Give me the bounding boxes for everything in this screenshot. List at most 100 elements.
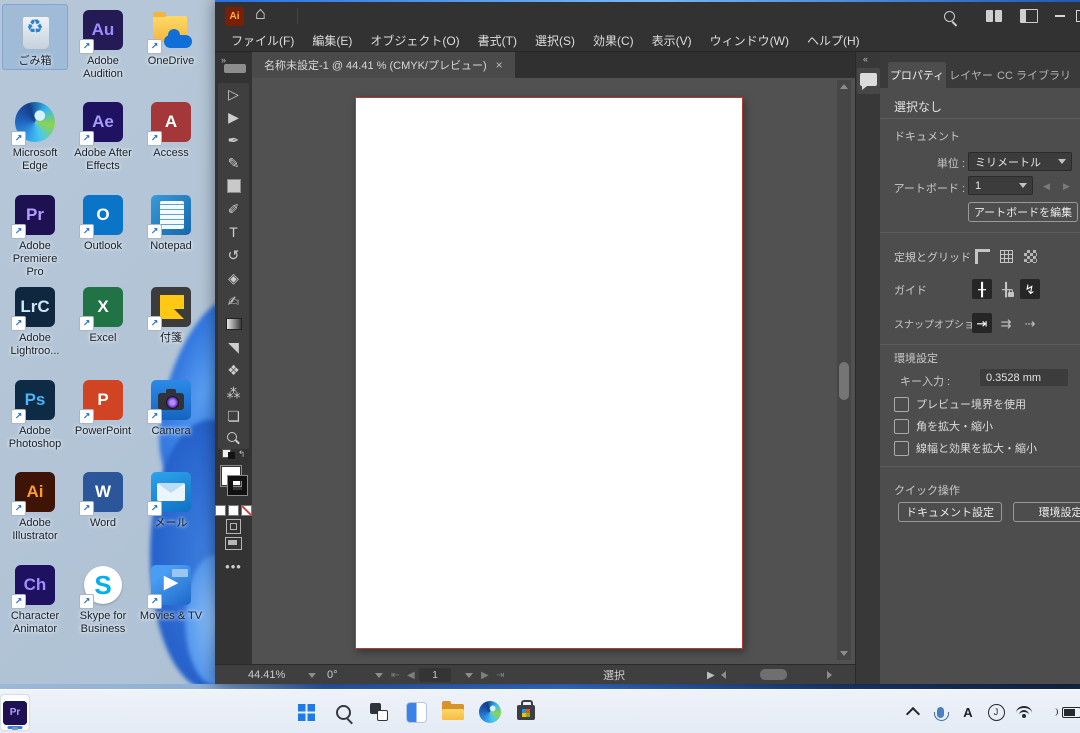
desktop-icon-onedrive[interactable]: OneDrive	[139, 8, 203, 68]
desktop-icon-powerpoint[interactable]: P PowerPoint	[71, 378, 135, 438]
widgets-button[interactable]	[401, 696, 431, 728]
type-tool[interactable]: T	[222, 223, 246, 240]
start-button[interactable]	[291, 696, 321, 728]
microphone-tray-icon[interactable]	[925, 696, 955, 728]
collapse-dock-icon[interactable]: «	[863, 54, 868, 64]
desktop-icon-excel[interactable]: X Excel	[71, 285, 135, 345]
desktop-icon-mail[interactable]: メール	[139, 470, 203, 530]
eraser-tool[interactable]: ◈	[222, 269, 246, 286]
file-explorer-button[interactable]	[438, 696, 468, 728]
horizontal-scroll-thumb[interactable]	[760, 669, 787, 680]
show-grid-button[interactable]	[996, 246, 1016, 266]
paintbrush-tool[interactable]: ✐	[222, 200, 246, 217]
tools-panel-grip[interactable]	[224, 64, 246, 73]
ime-options-button[interactable]: J	[981, 696, 1011, 728]
home-icon[interactable]: ⌂	[255, 3, 266, 24]
desktop-icon-adobe-illustrator[interactable]: Ai Adobe Illustrator	[3, 470, 67, 543]
menu-item[interactable]: 編集(E)	[303, 30, 361, 52]
first-artboard-button[interactable]: ⇤	[391, 665, 399, 684]
snap-to-point-button[interactable]: ⇥	[972, 313, 992, 333]
tab-properties[interactable]: プロパティ	[888, 62, 946, 88]
battery-tray-button[interactable]	[1056, 696, 1080, 728]
canvas[interactable]	[252, 78, 855, 664]
checkbox[interactable]	[894, 397, 909, 412]
comments-button[interactable]	[857, 68, 880, 94]
tab-cc-libraries[interactable]: CC ライブラリ	[996, 62, 1072, 88]
rotation-value[interactable]: 0°	[327, 665, 338, 684]
next-artboard-button[interactable]: ▶	[481, 665, 489, 684]
symbol-sprayer-tool[interactable]: ⁂	[222, 384, 246, 401]
stroke-color-swatch[interactable]	[228, 476, 247, 495]
desktop-icon-microsoft-edge[interactable]: Microsoft Edge	[3, 100, 67, 173]
preference-checkbox-row[interactable]: 線幅と効果を拡大・縮小	[894, 440, 1037, 456]
desktop-icon-adobe-photoshop[interactable]: Ps Adobe Photoshop	[3, 378, 67, 451]
desktop-icon-adobe-premiere-pro[interactable]: Pr Adobe Premiere Pro	[3, 193, 67, 279]
last-artboard-button[interactable]: ⇥	[496, 665, 504, 684]
desktop-icon-skype-for-business[interactable]: S Skype for Business	[71, 563, 135, 636]
selection-tool[interactable]: ▷	[222, 85, 246, 102]
desktop-icon-adobe-after-effects[interactable]: Ae Adobe After Effects	[71, 100, 135, 173]
document-setup-button[interactable]: ドキュメント設定	[898, 502, 1002, 522]
curvature-tool[interactable]: ✎	[222, 154, 246, 171]
edge-button[interactable]	[475, 696, 505, 728]
key-input-field[interactable]: 0.3528 mm	[980, 369, 1068, 386]
rectangle-tool[interactable]	[222, 177, 246, 194]
swap-fill-stroke-button[interactable]: ↰	[215, 449, 252, 460]
menu-item[interactable]: ファイル(F)	[222, 30, 303, 52]
gradient-button[interactable]	[228, 505, 239, 516]
menu-item[interactable]: 選択(S)	[526, 30, 584, 52]
desktop-icon-sticky-notes[interactable]: 付箋	[139, 285, 203, 345]
artboard-dropdown-icon[interactable]	[465, 673, 473, 678]
draw-mode-button[interactable]	[215, 519, 252, 534]
title-bar[interactable]: Ai ⌂	[215, 2, 1080, 30]
artboard-tool[interactable]: ❏	[222, 407, 246, 424]
shaper-tool[interactable]: ✍	[222, 292, 246, 309]
desktop-icon-recycle-bin[interactable]: ♻ ごみ箱	[3, 8, 67, 68]
menu-item[interactable]: 表示(V)	[643, 30, 701, 52]
edit-artboards-button[interactable]: アートボードを編集	[968, 202, 1078, 222]
desktop-icon-camera[interactable]: Camera	[139, 378, 203, 438]
screen-mode-button[interactable]	[215, 537, 252, 550]
artboard-select[interactable]: 1	[968, 176, 1033, 195]
menu-item[interactable]: ヘルプ(H)	[798, 30, 869, 52]
vertical-scrollbar[interactable]	[837, 80, 851, 660]
preferences-button[interactable]: 環境設定	[1013, 502, 1080, 522]
unit-select[interactable]: ミリメートル	[968, 152, 1072, 171]
previous-artboard-icon[interactable]: ◀	[1043, 181, 1050, 192]
vertical-scroll-thumb[interactable]	[839, 362, 849, 400]
menu-item[interactable]: オブジェクト(O)	[361, 30, 468, 52]
document-tab[interactable]: 名称未設定-1 @ 44.41 % (CMYK/プレビュー) ×	[252, 52, 515, 78]
scroll-left-icon[interactable]	[721, 671, 726, 679]
artboard[interactable]	[355, 97, 743, 649]
desktop-icon-adobe-audition[interactable]: Au Adobe Audition	[71, 8, 135, 81]
rotate-tool[interactable]: ↺	[222, 246, 246, 263]
zoom-dropdown-icon[interactable]	[308, 673, 316, 678]
snap-to-grid-button[interactable]: ⇉	[996, 313, 1016, 333]
workspace-switcher-button[interactable]	[1018, 6, 1040, 26]
show-rulers-button[interactable]	[972, 246, 992, 266]
previous-artboard-button[interactable]: ◀	[407, 665, 415, 684]
show-transparency-grid-button[interactable]	[1020, 246, 1040, 266]
desktop-icon-movies-tv[interactable]: ▶ Movies & TV	[139, 563, 203, 623]
eyedropper-tool[interactable]: ◥	[222, 338, 246, 355]
scroll-right-icon[interactable]	[827, 671, 832, 679]
store-button[interactable]	[511, 696, 541, 728]
pen-tool[interactable]: ✒	[222, 131, 246, 148]
preference-checkbox-row[interactable]: 角を拡大・縮小	[894, 418, 1037, 434]
menu-item[interactable]: 書式(T)	[469, 30, 526, 52]
desktop-icon-notepad[interactable]: Notepad	[139, 193, 203, 253]
none-button[interactable]	[241, 505, 252, 516]
smart-guides-button[interactable]: ↯	[1020, 279, 1040, 299]
taskbar-icon-premiere[interactable]: Pr	[0, 694, 30, 731]
direct-selection-tool[interactable]: ▶	[222, 108, 246, 125]
task-view-button[interactable]	[364, 696, 394, 728]
snap-to-pixel-button[interactable]: ⇢	[1020, 313, 1040, 333]
gradient-tool[interactable]	[222, 315, 246, 332]
checkbox[interactable]	[894, 419, 909, 434]
close-tab-icon[interactable]: ×	[496, 58, 503, 72]
desktop-icon-access[interactable]: A Access	[139, 100, 203, 160]
minimize-button[interactable]	[1049, 6, 1071, 26]
lock-guides-button[interactable]: ╂	[996, 279, 1016, 299]
search-button[interactable]	[938, 6, 960, 26]
desktop-icon-word[interactable]: W Word	[71, 470, 135, 530]
